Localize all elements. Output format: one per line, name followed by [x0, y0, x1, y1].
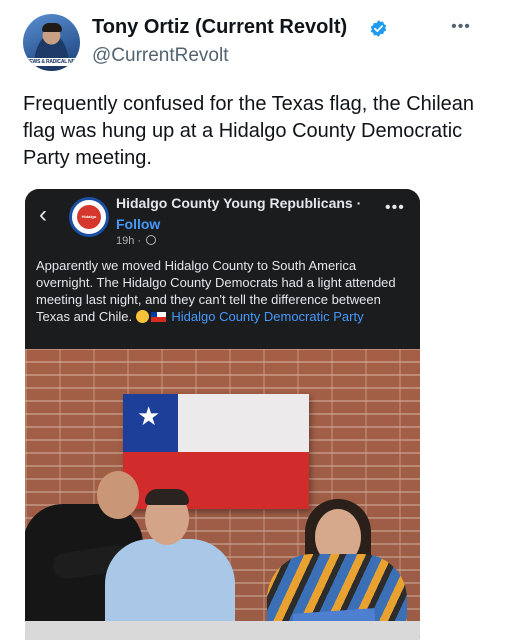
page-name: Hidalgo County Young Republicans · — [116, 195, 362, 211]
meeting-photo: ★ — [25, 349, 420, 640]
person-left-head — [97, 471, 139, 519]
post-time-text: 19h · — [116, 235, 142, 247]
author-avatar[interactable]: NEWS & RADICAL NEWS — [23, 14, 80, 71]
post-time: 19h · — [116, 235, 157, 247]
post-body: Apparently we moved Hidalgo County to So… — [36, 257, 411, 325]
post-link: Hidalgo County Democratic Party — [171, 309, 364, 324]
follow-link: Follow — [116, 216, 161, 232]
star-icon: ★ — [137, 401, 161, 431]
avatar-banner: NEWS & RADICAL NEWS — [26, 58, 77, 66]
author-name[interactable]: Tony Ortiz (Current Revolt) — [92, 16, 347, 39]
person-center-hair — [145, 489, 189, 505]
page-logo-text: Hidalgo — [81, 214, 97, 219]
tweet-text: Frequently confused for the Texas flag, … — [23, 93, 475, 169]
avatar-hair — [42, 23, 62, 32]
chile-flag-emoji-icon — [150, 312, 166, 322]
post-more-icon: ••• — [385, 199, 405, 216]
author-handle[interactable]: @CurrentRevolt — [92, 45, 229, 67]
page-avatar: Hidalgo — [69, 197, 109, 237]
back-arrow-icon: ‹ — [39, 201, 47, 228]
more-options-icon[interactable]: ••• — [446, 19, 476, 36]
page-logo: Hidalgo — [77, 205, 101, 229]
tweet-media-image[interactable]: ‹ Hidalgo Hidalgo County Young Republica… — [25, 189, 420, 640]
laughing-emoji-icon — [135, 310, 149, 323]
verified-badge-icon — [370, 20, 387, 37]
meeting-table — [25, 621, 420, 640]
embedded-post-header: ‹ Hidalgo Hidalgo County Young Republica… — [25, 189, 420, 349]
globe-icon — [146, 235, 157, 245]
